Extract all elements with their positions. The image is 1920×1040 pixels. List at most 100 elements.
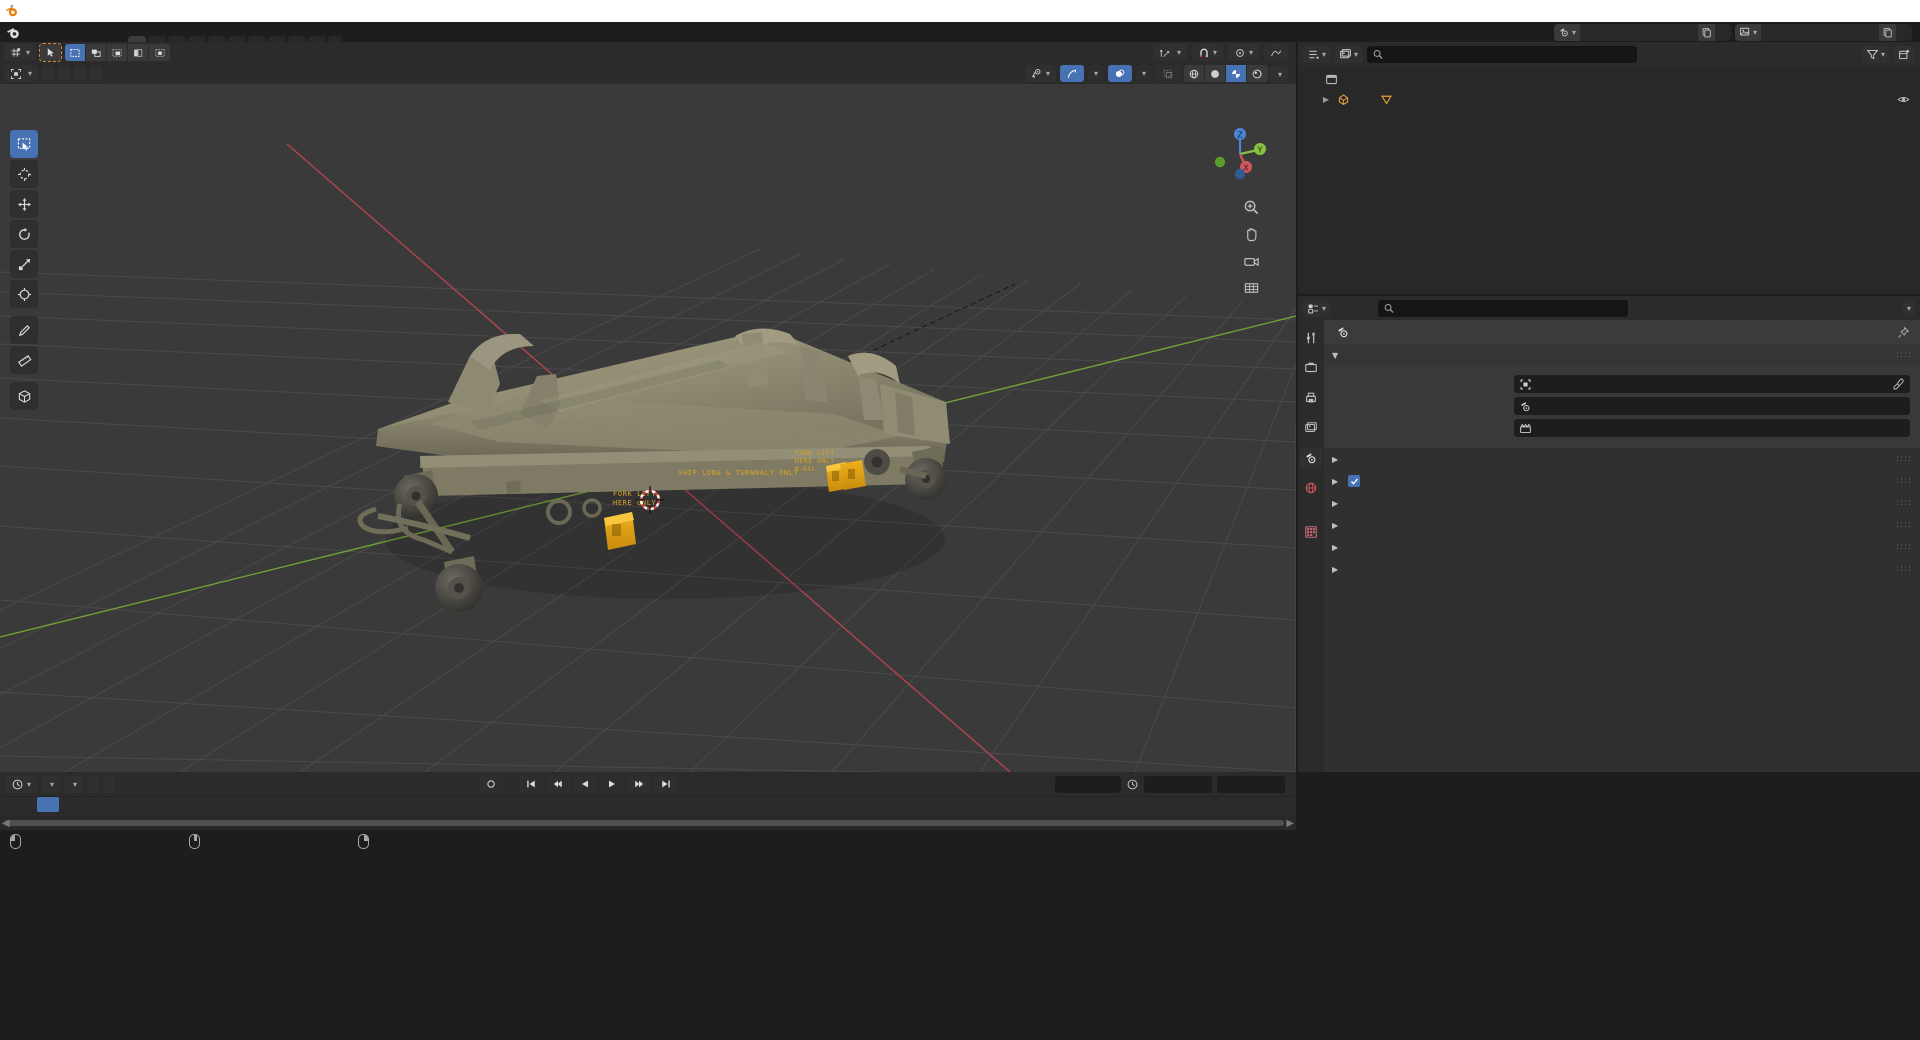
snap-increment-icon[interactable] <box>1264 44 1288 61</box>
viewport-menu-view[interactable] <box>42 65 55 82</box>
panel-drag-dots[interactable]: :::: <box>1896 542 1912 552</box>
properties-editor-type-button[interactable]: ▾ <box>1303 299 1331 317</box>
outliner-display-mode-button[interactable]: ▾ <box>1335 45 1363 63</box>
viewport-menu-select[interactable] <box>58 65 71 82</box>
play-button[interactable] <box>600 775 625 793</box>
outliner-row-bomb-trolley[interactable]: ▶ <box>1298 89 1920 109</box>
timeline-horizontal-scrollbar[interactable] <box>4 820 1284 826</box>
panel-header-custom-properties[interactable]: ▶ :::: <box>1324 558 1920 580</box>
property-field-active-clip[interactable] <box>1514 419 1910 437</box>
cursor-arrow-icon[interactable] <box>40 44 62 61</box>
remove-view-layer-button[interactable] <box>1896 24 1912 41</box>
next-keyframe-button[interactable] <box>627 775 652 793</box>
menu-window[interactable] <box>74 30 90 34</box>
outliner-row-scene-collection[interactable] <box>1298 69 1920 89</box>
view-layer-selector[interactable]: ▾ <box>1734 23 1912 41</box>
panel-header-rigid-body-world[interactable]: ▶ :::: <box>1324 536 1920 558</box>
new-scene-button[interactable] <box>1697 23 1715 41</box>
menu-edit[interactable] <box>42 30 58 34</box>
transform-orientation-selector[interactable]: ▾ <box>1152 44 1187 61</box>
end-frame-field[interactable] <box>1217 775 1285 793</box>
visibility-selector[interactable]: ▾ <box>1024 65 1056 82</box>
scene-name-field[interactable] <box>1579 23 1698 41</box>
timeline-editor-type-button[interactable]: ▾ <box>5 775 38 793</box>
tool-scale[interactable] <box>10 250 38 278</box>
jump-to-start-button[interactable] <box>519 775 544 793</box>
tweak-tool-button[interactable] <box>39 43 63 62</box>
scene-browse-icon[interactable]: ▾ <box>1553 23 1580 41</box>
timeline-menu-keying[interactable]: ▾ <box>64 775 84 793</box>
view-layer-browse-icon[interactable]: ▾ <box>1734 23 1761 41</box>
editor-type-selector[interactable]: ▾ <box>4 44 37 61</box>
zoom-icon[interactable] <box>1240 196 1262 218</box>
scroll-right-arrow-icon[interactable]: ▶ <box>1286 818 1294 829</box>
pan-hand-icon[interactable] <box>1240 223 1262 245</box>
tool-select-box[interactable] <box>10 130 38 158</box>
panel-drag-dots[interactable]: :::: <box>1896 350 1912 360</box>
properties-tab-view-layer[interactable] <box>1300 418 1322 438</box>
eyedropper-icon[interactable] <box>1892 378 1905 391</box>
panel-header-keying-sets[interactable]: ▶ :::: <box>1324 492 1920 514</box>
select-invert-icon[interactable] <box>149 44 171 61</box>
properties-tab-texture[interactable] <box>1300 522 1322 542</box>
close-button[interactable] <box>1874 0 1920 22</box>
panel-drag-dots[interactable]: :::: <box>1896 454 1912 464</box>
properties-tab-render[interactable] <box>1300 358 1322 378</box>
outliner-editor-type-button[interactable]: ▾ <box>1303 45 1331 63</box>
overlays-dropdown[interactable]: ▾ <box>1135 65 1152 82</box>
panel-header-scene[interactable]: ▼ :::: <box>1324 344 1920 366</box>
tool-transform[interactable] <box>10 280 38 308</box>
timeline-menu-marker[interactable] <box>103 775 116 793</box>
wireframe-shading-icon[interactable] <box>1183 65 1205 82</box>
outliner-filter-button[interactable]: ▾ <box>1861 45 1889 63</box>
current-frame-field[interactable] <box>1055 775 1121 793</box>
viewport-canvas[interactable]: FORK LIFT HERE ONLY SHIP LONG & TURNNALY… <box>0 84 1296 772</box>
timeline-menu-playback[interactable]: ▾ <box>41 775 61 793</box>
viewport-options-button[interactable]: ▾ <box>1268 66 1288 83</box>
gizmo-dropdown[interactable]: ▾ <box>1087 65 1104 82</box>
outliner-new-collection-button[interactable] <box>1894 45 1915 63</box>
select-extend-icon[interactable] <box>86 44 108 61</box>
camera-view-icon[interactable] <box>1240 250 1262 272</box>
panel-drag-dots[interactable]: :::: <box>1896 476 1912 486</box>
visibility-eye-icon[interactable] <box>1897 93 1910 106</box>
rendered-shading-icon[interactable] <box>1246 65 1268 82</box>
outliner-search-box[interactable] <box>1367 45 1638 63</box>
auto-keying-button[interactable] <box>479 775 504 793</box>
play-reverse-button[interactable] <box>573 775 598 793</box>
properties-search-box[interactable] <box>1378 299 1629 317</box>
view-layer-name-field[interactable] <box>1761 23 1879 41</box>
previous-keyframe-button[interactable] <box>546 775 571 793</box>
pin-icon[interactable] <box>1897 326 1910 339</box>
overlays-toggle-button[interactable] <box>1107 65 1132 82</box>
panel-header-audio[interactable]: ▶ :::: <box>1324 514 1920 536</box>
tool-rotate[interactable] <box>10 220 38 248</box>
xray-toggle-button[interactable] <box>1155 65 1180 82</box>
property-field-camera[interactable] <box>1514 375 1910 393</box>
minimize-button[interactable] <box>1782 0 1828 22</box>
menu-render[interactable] <box>58 30 74 34</box>
panel-header-units[interactable]: ▶ :::: <box>1324 448 1920 470</box>
jump-to-end-button[interactable] <box>654 775 679 793</box>
viewport-menu-add[interactable] <box>74 65 87 82</box>
scroll-left-arrow-icon[interactable]: ◀ <box>2 818 10 829</box>
chevron-right-icon[interactable]: ▶ <box>1320 95 1332 104</box>
object-mode-selector[interactable]: ▾ <box>4 65 39 82</box>
property-field-background-scene[interactable] <box>1514 397 1910 415</box>
proportional-editing-button[interactable]: ▾ <box>1227 44 1259 61</box>
new-view-layer-button[interactable] <box>1879 23 1896 41</box>
panel-drag-dots[interactable]: :::: <box>1896 564 1912 574</box>
properties-tab-output[interactable] <box>1300 388 1322 408</box>
outliner-search-input[interactable] <box>1388 47 1632 61</box>
snap-magnet-button[interactable]: ▾ <box>1191 44 1223 61</box>
properties-tab-world[interactable] <box>1300 478 1322 498</box>
menu-file[interactable] <box>26 30 42 34</box>
tool-move[interactable] <box>10 190 38 218</box>
panel-drag-dots[interactable]: :::: <box>1896 498 1912 508</box>
toggle-ortho-icon[interactable] <box>1240 277 1262 299</box>
gizmo-toggle-button[interactable] <box>1059 65 1084 82</box>
gravity-checkbox[interactable] <box>1348 475 1360 487</box>
start-frame-field[interactable] <box>1144 775 1212 793</box>
timeline-ruler[interactable] <box>0 796 1296 816</box>
select-intersect-icon[interactable] <box>128 44 150 61</box>
